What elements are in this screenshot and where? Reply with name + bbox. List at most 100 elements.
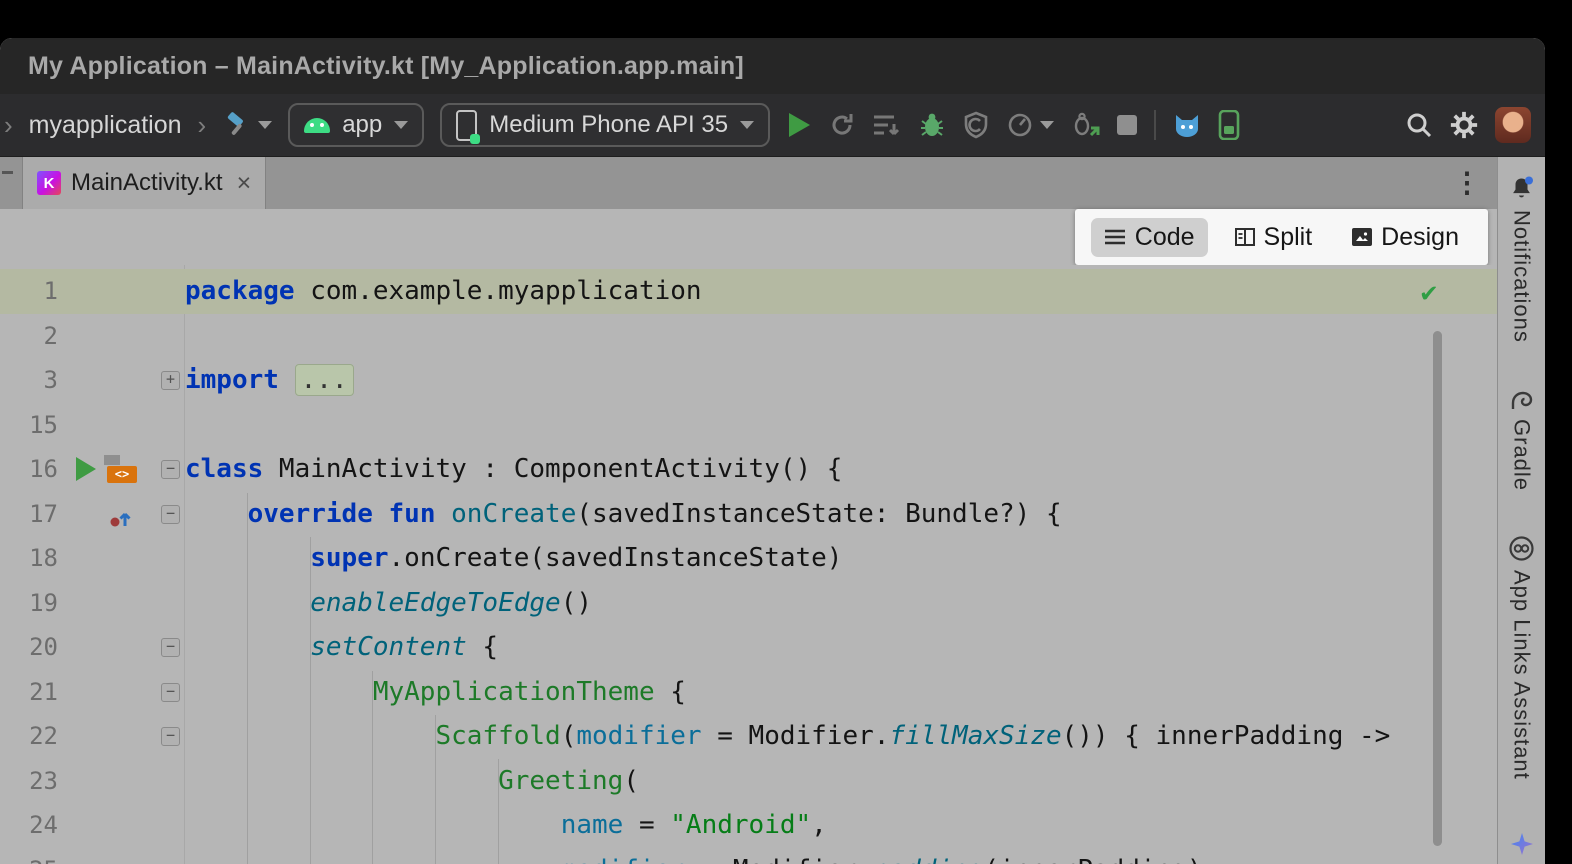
stop-icon [1116,114,1138,136]
code-line[interactable]: 24 name = "Android", [0,803,1497,848]
gutter-cell[interactable]: 21 − [0,670,185,715]
tab-close-icon[interactable]: × [237,169,252,198]
run-button[interactable] [786,111,812,139]
chevron-down-icon [258,121,272,129]
editor-tab-bar: K MainActivity.kt × ⋮ [0,157,1497,209]
screenshot-root: My Application – MainActivity.kt [My_App… [0,0,1572,864]
gradle-build-icon [222,110,252,140]
line-number: 3 [0,358,58,403]
gemini-assistant-button[interactable] [1510,832,1534,856]
view-mode-label: Split [1264,223,1313,252]
line-number: 1 [0,269,58,314]
code-text: override fun onCreate(savedInstanceState… [185,492,1062,537]
tool-window-gradle[interactable]: Gradle [1508,387,1536,491]
tool-window-label: Notifications [1509,210,1535,343]
line-number: 15 [0,403,58,448]
tab-label: MainActivity.kt [71,169,223,197]
kotlin-file-icon: K [37,171,61,195]
gutter-cell[interactable]: 3+ [0,358,185,403]
right-tool-window-stripe: Notifications Gradle App Links Assistant [1497,157,1545,864]
apply-changes-button[interactable] [828,111,856,139]
run-config-select[interactable]: app [288,103,424,147]
gutter-cell[interactable]: 18 [0,536,185,581]
code-text: setContent { [185,625,498,670]
code-lines: 1package com.example.myapplication23+imp… [0,269,1497,864]
project-breadcrumb[interactable]: myapplication [29,111,182,140]
profiler-button[interactable] [962,111,990,139]
code-text: package com.example.myapplication [185,269,702,314]
code-line[interactable]: 22− Scaffold(modifier = Modifier.fillMax… [0,714,1497,759]
apply-code-changes-icon [872,112,902,138]
apply-code-changes-button[interactable] [872,112,902,138]
fold-toggle[interactable]: − [161,505,180,524]
code-line[interactable]: 17− override fun onCreate(savedInstanceS… [0,492,1497,537]
code-editor[interactable]: 1package com.example.myapplication23+imp… [0,265,1497,864]
code-line[interactable]: 21− MyApplicationTheme { [0,670,1497,715]
line-number: 23 [0,759,58,804]
attach-debugger-button[interactable] [1070,111,1100,139]
view-mode-design[interactable]: Design [1339,218,1472,257]
user-avatar-button[interactable] [1495,107,1531,143]
gutter-cell[interactable]: 24 [0,803,185,848]
logcat-icon [1172,111,1202,139]
run-gutter-icon[interactable] [76,457,96,481]
compose-component-icon[interactable]: <> [104,455,138,483]
gutter-cell[interactable]: 16<>− [0,447,185,492]
window-title: My Application – MainActivity.kt [My_App… [28,52,744,81]
stop-button[interactable] [1116,114,1138,136]
code-line[interactable]: 2 [0,314,1497,359]
device-manager-button[interactable] [1218,110,1240,140]
tab-mainactivity[interactable]: K MainActivity.kt × [22,157,266,209]
tab-options-kebab-icon[interactable]: ⋮ [1453,169,1481,197]
vertical-scrollbar[interactable] [1433,331,1442,846]
chevron-right-icon: › [198,112,207,138]
fold-toggle[interactable]: − [161,460,180,479]
main-toolbar: › myapplication › app Medium Phone API 3… [0,94,1545,157]
fold-toggle[interactable]: − [161,683,180,702]
gutter-cell[interactable]: 19 [0,581,185,626]
code-line[interactable]: 1 package com.example.myapplication [0,269,1497,314]
device-select[interactable]: Medium Phone API 35 [440,103,770,147]
inspection-ok-icon[interactable]: ✔ [1421,277,1437,308]
gutter-cell[interactable]: 17− [0,492,185,537]
view-mode-toggle: Code Split [1075,209,1488,265]
line-number: 22 [0,714,58,759]
code-line[interactable]: 19 enableEdgeToEdge() [0,581,1497,626]
editor-column: K MainActivity.kt × ⋮ Code [0,157,1497,864]
app-links-icon [1508,535,1535,562]
fold-toggle[interactable]: − [161,638,180,657]
fold-toggle[interactable]: + [161,371,180,390]
code-view-icon [1104,228,1126,246]
gutter-cell[interactable]: 2 [0,314,185,359]
gutter-cell[interactable]: 22 − [0,714,185,759]
view-mode-code[interactable]: Code [1091,218,1208,257]
line-number: 21 [0,670,58,715]
gutter-cell[interactable]: 20− [0,625,185,670]
code-line[interactable]: 23 Greeting( [0,759,1497,804]
gutter-cell[interactable]: 15 [0,403,185,448]
settings-button[interactable] [1449,110,1479,140]
debug-button[interactable] [918,111,946,139]
search-everywhere-button[interactable] [1405,111,1433,139]
code-text: modifier = Modifier.padding(innerPadding… [185,848,1203,864]
code-line[interactable]: 3+import ... [0,358,1497,403]
left-stripe-notch[interactable] [2,171,13,174]
breadcrumb-chevron-icon: › [4,112,13,138]
gutter-cell[interactable]: 25 [0,848,185,864]
code-line[interactable]: 25 modifier = Modifier.padding(innerPadd… [0,848,1497,864]
tool-window-app-links-assistant[interactable]: App Links Assistant [1508,535,1535,780]
gradle-build-button[interactable] [222,110,272,140]
gutter-cell[interactable]: 1 [0,269,185,314]
code-line[interactable]: 18 super.onCreate(savedInstanceState) [0,536,1497,581]
tool-window-notifications[interactable]: Notifications [1508,175,1535,343]
code-line[interactable]: 15 [0,403,1497,448]
screen-record-button[interactable] [1006,111,1054,139]
device-manager-icon [1218,110,1240,140]
fold-toggle[interactable]: − [161,727,180,746]
code-line[interactable]: 20− setContent { [0,625,1497,670]
code-line[interactable]: 16<>−class MainActivity : ComponentActiv… [0,447,1497,492]
view-mode-split[interactable]: Split [1222,218,1326,257]
view-mode-label: Design [1381,223,1459,252]
gutter-cell[interactable]: 23 [0,759,185,804]
logcat-button[interactable] [1172,111,1202,139]
